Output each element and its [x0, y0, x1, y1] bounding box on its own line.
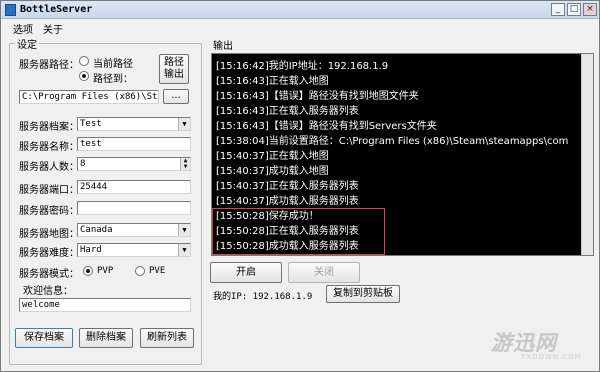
chevron-down-icon[interactable]: ▼ — [178, 244, 190, 256]
menu-about[interactable]: 关于 — [43, 21, 63, 36]
log-line: [15:40:37]成功载入地图 — [216, 166, 329, 177]
app-window: BottleServer _ □ × 选项 关于 设定 服务器路径： 当前路径 … — [0, 0, 600, 372]
stop-button[interactable]: 关闭 — [288, 262, 360, 283]
radio-pve[interactable] — [135, 266, 145, 276]
browse-button[interactable]: ... — [163, 89, 189, 104]
highlight-box — [212, 208, 385, 255]
password-input[interactable] — [77, 201, 191, 215]
radio-current-path-label: 当前路径 — [93, 59, 133, 70]
profile-value: Test — [80, 119, 102, 129]
players-label: 服务器人数： — [19, 162, 79, 173]
log-line: [15:40:37]正在载入地图 — [216, 151, 329, 162]
profile-label: 服务器档案： — [19, 122, 79, 133]
log-line: [15:16:43]正在载入地图 — [216, 76, 329, 87]
radio-pvp[interactable] — [83, 266, 93, 276]
players-stepper[interactable]: 8 ▲ ▼ — [77, 157, 191, 171]
difficulty-value: Hard — [80, 245, 102, 255]
profile-select[interactable]: Test ▼ — [77, 117, 191, 131]
log-line: [15:38:04]当前设置路径：C:\Program Files (x86)\… — [216, 136, 569, 147]
radio-custom-path[interactable] — [79, 71, 89, 81]
close-button[interactable]: × — [583, 3, 597, 16]
radio-current-path[interactable] — [79, 56, 89, 66]
port-input[interactable]: 25444 — [77, 180, 191, 194]
settings-group-label: 设定 — [15, 36, 39, 51]
radio-pvp-label: PVP — [97, 266, 114, 276]
copy-clipboard-button[interactable]: 复制到剪贴板 — [326, 285, 400, 303]
chevron-down-icon[interactable]: ▼ — [178, 224, 190, 236]
minimize-button[interactable]: _ — [551, 3, 565, 16]
my-ip-label: 我的IP: 192.168.1.9 — [213, 292, 313, 302]
log-line: [15:40:37]成功载入服务器列表 — [216, 196, 359, 207]
refresh-list-button[interactable]: 刷新列表 — [140, 328, 194, 348]
difficulty-label: 服务器难度： — [19, 248, 79, 259]
save-profile-button[interactable]: 保存档案 — [15, 328, 73, 348]
menu-bar: 选项 关于 — [1, 20, 599, 36]
path-label: 服务器路径： — [19, 60, 79, 71]
maximize-button[interactable]: □ — [567, 3, 581, 16]
players-value: 8 — [80, 159, 86, 169]
welcome-label: 欢迎信息： — [23, 286, 73, 297]
log-line: [15:16:42]我的IP地址：192.168.1.9 — [216, 61, 389, 72]
path-input[interactable]: C:\Program Files (x86)\Steam\s — [19, 90, 159, 104]
output-scrollbar[interactable] — [581, 54, 593, 255]
watermark-subtext: YXDOWN.COM — [521, 353, 582, 361]
radio-custom-path-label: 路径到： — [93, 74, 133, 85]
menu-options[interactable]: 选项 — [13, 21, 33, 36]
name-label: 服务器名称： — [19, 142, 79, 153]
title-bar[interactable]: BottleServer _ □ × — [1, 1, 599, 19]
server-name-input[interactable]: test — [77, 137, 191, 151]
radio-pve-label: PVE — [149, 266, 166, 276]
log-line: [15:16:43]【错误】路径没有找到地图文件夹 — [216, 91, 419, 102]
log-line: [15:16:43]【错误】路径没有找到Servers文件夹 — [216, 121, 437, 132]
map-label: 服务器地图： — [19, 229, 79, 240]
map-select[interactable]: Canada ▼ — [77, 223, 191, 237]
window-title: BottleServer — [20, 4, 93, 15]
log-line: [15:16:43]正在载入服务器列表 — [216, 106, 359, 117]
port-label: 服务器端口： — [19, 185, 79, 196]
path-output-button[interactable]: 路径 输出 — [159, 54, 189, 84]
log-line: [15:40:37]正在载入服务器列表 — [216, 181, 359, 192]
welcome-input[interactable]: welcome — [19, 298, 191, 312]
delete-profile-button[interactable]: 删除档案 — [79, 328, 133, 348]
mode-label: 服务器模式： — [19, 269, 79, 280]
difficulty-select[interactable]: Hard ▼ — [77, 243, 191, 257]
start-button[interactable]: 开启 — [210, 262, 282, 283]
map-value: Canada — [80, 225, 113, 235]
spin-arrows-icon[interactable]: ▲ ▼ — [180, 158, 190, 170]
app-icon — [5, 4, 16, 16]
chevron-down-icon[interactable]: ▼ — [178, 118, 190, 130]
output-group-label: 输出 — [211, 37, 235, 52]
password-label: 服务器密码： — [19, 206, 79, 217]
